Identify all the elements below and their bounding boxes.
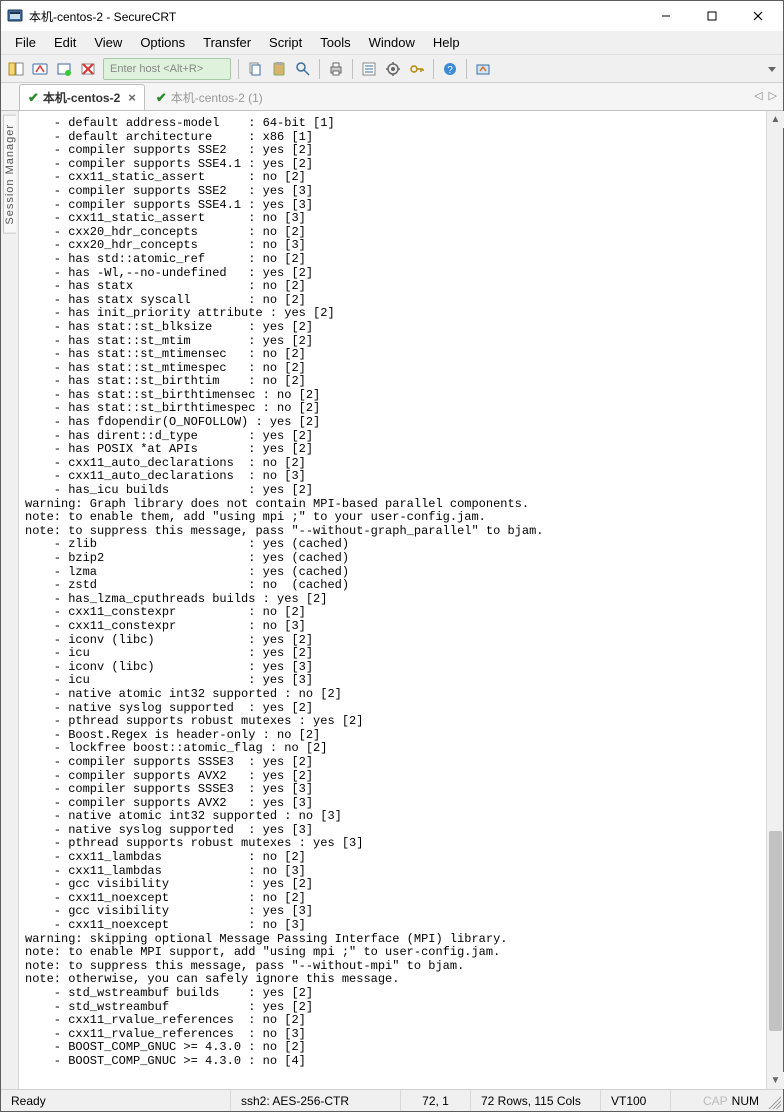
side-panel-tab[interactable]: Session Manager <box>1 111 19 1089</box>
quick-connect-icon[interactable] <box>29 58 51 80</box>
toolbar-separator <box>238 59 239 79</box>
status-cap: CAP <box>703 1094 728 1108</box>
side-panel-label: Session Manager <box>3 115 16 234</box>
status-caps-num: CAP NUM <box>693 1090 763 1111</box>
status-term-type: VT100 <box>601 1090 671 1111</box>
tab-nav: ◁ ▷ <box>754 89 777 102</box>
tab-prev-icon[interactable]: ◁ <box>754 89 762 102</box>
app-icon <box>7 8 23 24</box>
copy-icon[interactable] <box>244 58 266 80</box>
svg-text:?: ? <box>447 65 453 76</box>
menu-help[interactable]: Help <box>425 32 468 53</box>
help-icon[interactable]: ? <box>439 58 461 80</box>
host-placeholder: Enter host <Alt+R> <box>110 63 203 75</box>
terminal[interactable]: - default address-model : 64-bit [1] - d… <box>19 111 766 1089</box>
status-bar: Ready ssh2: AES-256-CTR 72, 1 72 Rows, 1… <box>1 1089 783 1111</box>
menu-tools[interactable]: Tools <box>312 32 358 53</box>
menu-transfer[interactable]: Transfer <box>195 32 259 53</box>
window-title: 本机-centos-2 - SecureCRT <box>29 8 643 25</box>
scrollbar[interactable]: ▲ ▼ <box>766 111 783 1089</box>
toolbar: Enter host <Alt+R> ? <box>1 55 783 83</box>
scroll-down-icon[interactable]: ▼ <box>767 1072 784 1089</box>
close-button[interactable] <box>735 1 781 31</box>
host-input[interactable]: Enter host <Alt+R> <box>103 58 231 80</box>
toolbar-separator <box>433 59 434 79</box>
resize-grip-icon[interactable] <box>765 1093 781 1109</box>
body: Session Manager - default address-model … <box>1 111 783 1089</box>
toolbar-separator <box>319 59 320 79</box>
connect-tab-icon[interactable] <box>53 58 75 80</box>
maximize-button[interactable] <box>689 1 735 31</box>
toolbar-overflow-icon[interactable] <box>765 62 779 76</box>
status-cursor: 72, 1 <box>401 1090 471 1111</box>
tab-close-icon[interactable]: × <box>128 90 136 105</box>
menu-view[interactable]: View <box>86 32 130 53</box>
securefx-icon[interactable] <box>472 58 494 80</box>
connected-icon: ✔ <box>28 90 39 106</box>
tab-bar: ✔ 本机-centos-2 × ✔ 本机-centos-2 (1) ◁ ▷ <box>1 83 783 111</box>
find-icon[interactable] <box>292 58 314 80</box>
terminal-output: - default address-model : 64-bit [1] - d… <box>25 117 762 1069</box>
properties-icon[interactable] <box>358 58 380 80</box>
terminal-wrapper: - default address-model : 64-bit [1] - d… <box>19 111 783 1089</box>
status-ready: Ready <box>1 1090 231 1111</box>
scroll-up-icon[interactable]: ▲ <box>767 111 784 128</box>
connected-icon: ✔ <box>156 90 167 106</box>
toolbar-separator <box>352 59 353 79</box>
session-manager-icon[interactable] <box>5 58 27 80</box>
tab-next-icon[interactable]: ▷ <box>769 89 777 102</box>
menu-bar: FileEditViewOptionsTransferScriptToolsWi… <box>1 31 783 55</box>
menu-edit[interactable]: Edit <box>46 32 84 53</box>
minimize-button[interactable] <box>643 1 689 31</box>
menu-window[interactable]: Window <box>361 32 423 53</box>
scroll-thumb[interactable] <box>769 831 782 1031</box>
menu-options[interactable]: Options <box>132 32 193 53</box>
print-icon[interactable] <box>325 58 347 80</box>
status-dimensions: 72 Rows, 115 Cols <box>471 1090 601 1111</box>
key-icon[interactable] <box>406 58 428 80</box>
tab-label: 本机-centos-2 <box>43 89 120 106</box>
status-num: NUM <box>732 1094 759 1108</box>
tab-inactive[interactable]: ✔ 本机-centos-2 (1) <box>147 84 272 110</box>
tab-label: 本机-centos-2 (1) <box>171 89 263 106</box>
settings-icon[interactable] <box>382 58 404 80</box>
toolbar-separator <box>466 59 467 79</box>
disconnect-icon[interactable] <box>77 58 99 80</box>
title-bar: 本机-centos-2 - SecureCRT <box>1 1 783 31</box>
menu-file[interactable]: File <box>7 32 44 53</box>
status-encryption: ssh2: AES-256-CTR <box>231 1090 401 1111</box>
tab-active[interactable]: ✔ 本机-centos-2 × <box>19 84 145 110</box>
app-window: 本机-centos-2 - SecureCRT FileEditViewOpti… <box>0 0 784 1112</box>
menu-script[interactable]: Script <box>261 32 310 53</box>
window-controls <box>643 1 781 31</box>
paste-icon[interactable] <box>268 58 290 80</box>
